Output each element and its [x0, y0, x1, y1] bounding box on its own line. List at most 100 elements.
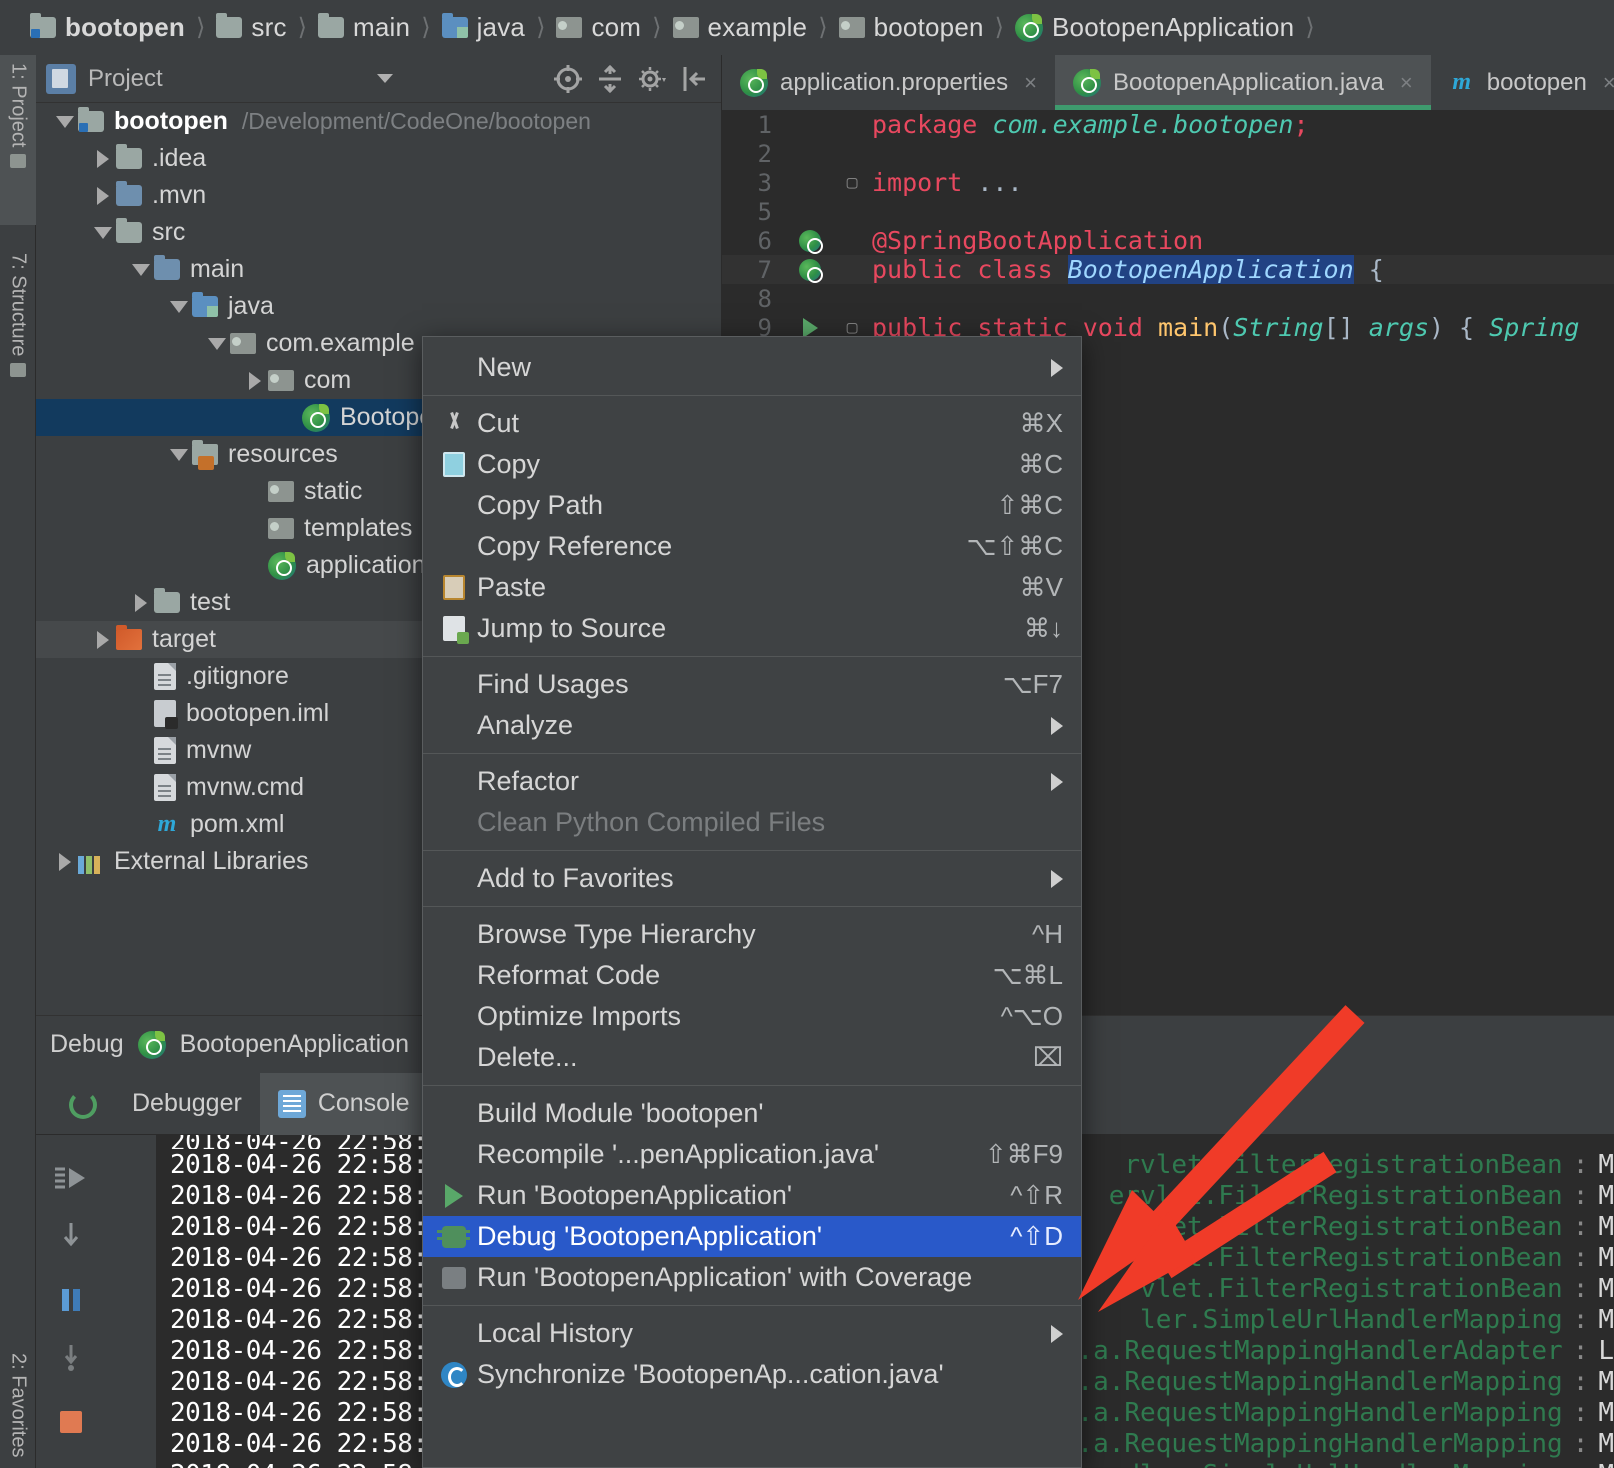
menu-item-recompile[interactable]: Recompile '...penApplication.java' ⇧⌘F9 — [423, 1134, 1081, 1175]
pause-icon[interactable] — [42, 1271, 100, 1329]
tree-row-bootopen[interactable]: bootopen /Development/CodeOne/bootopen — [36, 103, 722, 140]
spring-bean-gutter-icon[interactable] — [782, 229, 838, 254]
tab-bootopen-application-java[interactable]: BootopenApplication.java × — [1055, 55, 1431, 110]
restart-icon — [66, 1089, 97, 1119]
breadcrumb-label: bootopen — [873, 12, 984, 42]
menu-item-delete[interactable]: Delete... ⌧ — [423, 1037, 1081, 1078]
menu-item-new[interactable]: New — [423, 347, 1081, 388]
menu-item-copy[interactable]: Copy ⌘C — [423, 444, 1081, 485]
tree-item-label: mvnw — [186, 736, 252, 764]
tree-row-idea[interactable]: .idea — [36, 140, 722, 177]
tree-item-label: bootopen — [114, 107, 228, 135]
breadcrumb-item-example[interactable]: example — [672, 12, 808, 43]
sidebar-item-favorites[interactable]: 2: Favorites — [0, 1345, 36, 1468]
collapse-all-icon[interactable] — [593, 62, 627, 96]
breadcrumb-item-bootopen-pkg[interactable]: bootopen — [838, 12, 984, 43]
jump-to-source-icon — [443, 616, 469, 644]
tree-twisty-right-icon[interactable] — [242, 371, 268, 390]
console-level: M — [1598, 1366, 1614, 1397]
breadcrumb-item-src[interactable]: src — [216, 12, 286, 43]
menu-item-reformat-code[interactable]: Reformat Code ⌥⌘L — [423, 955, 1081, 996]
step-into-icon[interactable] — [42, 1329, 100, 1387]
tree-twisty-down-icon[interactable] — [166, 300, 192, 313]
menu-separator — [423, 1305, 1081, 1306]
folder-icon — [216, 13, 243, 38]
tree-row-main[interactable]: main — [36, 251, 722, 288]
spring-run-gutter-icon[interactable] — [782, 258, 838, 283]
sidebar-item-project[interactable]: 1: Project — [0, 55, 36, 225]
context-menu[interactable]: New Cut ⌘X Copy ⌘C Copy Path ⇧⌘C Copy Re… — [422, 336, 1082, 1468]
breadcrumb-item-main[interactable]: main — [318, 12, 410, 43]
resume-icon[interactable] — [42, 1149, 100, 1207]
menu-item-optimize-imports[interactable]: Optimize Imports ^⌥O — [423, 996, 1081, 1037]
tree-twisty-down-icon[interactable] — [204, 337, 230, 350]
close-icon[interactable]: × — [1400, 70, 1413, 96]
menu-item-find-usages[interactable]: Find Usages ⌥F7 — [423, 664, 1081, 705]
breadcrumb-item-class[interactable]: BootopenApplication — [1015, 12, 1294, 43]
menu-item-analyze[interactable]: Analyze — [423, 705, 1081, 746]
coverage-icon — [442, 1266, 466, 1289]
menu-item-paste[interactable]: Paste ⌘V — [423, 567, 1081, 608]
breadcrumb-item-java[interactable]: java — [441, 12, 526, 43]
menu-item-copy-path[interactable]: Copy Path ⇧⌘C — [423, 485, 1081, 526]
tree-row-src[interactable]: src — [36, 214, 722, 251]
menu-item-add-to-favorites[interactable]: Add to Favorites — [423, 858, 1081, 899]
tree-twisty-right-icon[interactable] — [90, 630, 116, 649]
close-icon[interactable]: × — [1024, 70, 1037, 96]
menu-item-run-bootopen-application[interactable]: Run 'BootopenApplication' ^⇧R — [423, 1175, 1081, 1216]
sidebar-item-structure[interactable]: 7: Structure — [0, 245, 36, 460]
tool-window-label: 7: Structure — [7, 253, 30, 357]
menu-item-cut[interactable]: Cut ⌘X — [423, 403, 1081, 444]
tree-twisty-right-icon[interactable] — [128, 593, 154, 612]
menu-item-synchronize[interactable]: Synchronize 'BootopenAp...cation.java' — [423, 1354, 1081, 1395]
console-class: m.a.RequestMappingHandlerAdapter — [1061, 1335, 1563, 1366]
tree-row-java[interactable]: java — [36, 288, 722, 325]
step-over-icon[interactable] — [42, 1207, 100, 1265]
tree-twisty-down-icon[interactable] — [90, 226, 116, 239]
breadcrumb-separator-icon: ⟩ — [818, 14, 828, 41]
console-time: 2018-04-26 22:58:1 — [170, 1211, 443, 1242]
tab-application-properties[interactable]: application.properties × — [722, 55, 1055, 110]
stop-icon[interactable] — [42, 1393, 100, 1451]
menu-item-debug-bootopen-application[interactable]: Debug 'BootopenApplication' ^⇧D — [423, 1216, 1081, 1257]
menu-item-refactor[interactable]: Refactor — [423, 761, 1081, 802]
close-icon[interactable]: × — [1603, 70, 1614, 96]
breadcrumb-item-bootopen[interactable]: bootopen — [30, 12, 185, 43]
debug-restart-button[interactable] — [40, 1073, 114, 1135]
line-number: 2 — [757, 139, 772, 168]
menu-item-browse-type-hierarchy[interactable]: Browse Type Hierarchy ^H — [423, 914, 1081, 955]
chevron-down-icon[interactable] — [377, 74, 393, 83]
menu-item-build-module[interactable]: Build Module 'bootopen' — [423, 1093, 1081, 1134]
tab-debugger[interactable]: Debugger — [114, 1073, 260, 1135]
console-time: 2018-04-26 22:58:1 — [170, 1180, 443, 1211]
tree-twisty-down-icon[interactable] — [52, 115, 78, 128]
tree-twisty-right-icon[interactable] — [52, 852, 78, 871]
tree-row-mvn[interactable]: .mvn — [36, 177, 722, 214]
tree-twisty-down-icon[interactable] — [166, 448, 192, 461]
console-class: let.FilterRegistrationBean — [1155, 1242, 1563, 1273]
tree-twisty-right-icon[interactable] — [90, 186, 116, 205]
hide-icon[interactable] — [677, 62, 711, 96]
fold-icon[interactable]: ▢ — [838, 172, 866, 193]
console-time: 2018-04-26 22:58:1 — [156, 1460, 443, 1468]
breadcrumb-item-com[interactable]: com — [556, 12, 641, 43]
menu-item-jump-to-source[interactable]: Jump to Source ⌘↓ — [423, 608, 1081, 649]
menu-item-run-with-coverage[interactable]: Run 'BootopenApplication' with Coverage — [423, 1257, 1081, 1298]
locate-icon[interactable] — [551, 62, 585, 96]
code-line-current: 7 public class BootopenApplication { — [722, 255, 1614, 284]
tree-twisty-right-icon[interactable] — [90, 149, 116, 168]
code-line: 5 — [722, 197, 1614, 226]
console-time: 2018-04-26 22:58:1 — [170, 1397, 443, 1428]
tab-bootopen-pom[interactable]: m bootopen × — [1431, 55, 1614, 110]
console-level: L — [1598, 1335, 1614, 1366]
spring-props-icon — [137, 1030, 166, 1059]
settings-icon[interactable] — [635, 62, 669, 96]
menu-item-local-history[interactable]: Local History — [423, 1313, 1081, 1354]
menu-item-copy-reference[interactable]: Copy Reference ⌥⇧⌘C — [423, 526, 1081, 567]
tree-twisty-down-icon[interactable] — [128, 263, 154, 276]
resources-folder-icon — [192, 440, 218, 470]
fold-icon[interactable]: ▢ — [838, 317, 866, 338]
console-class: m.a.RequestMappingHandlerMapping — [1061, 1428, 1563, 1459]
run-gutter-icon[interactable] — [782, 317, 838, 338]
rerun-icon[interactable] — [42, 1451, 100, 1468]
